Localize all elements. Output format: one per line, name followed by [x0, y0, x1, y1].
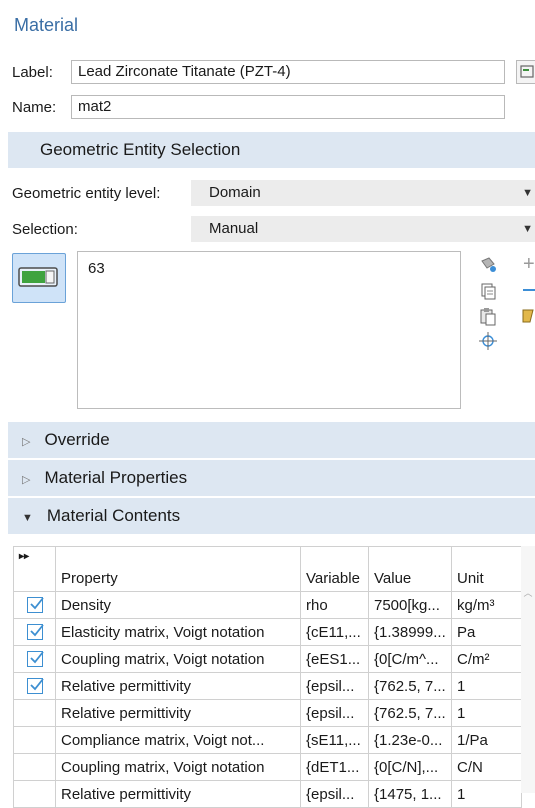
- section-title: Material Properties: [44, 468, 188, 487]
- cell-value[interactable]: {1.23e-0...: [368, 726, 452, 754]
- cell-value[interactable]: {0[C/m^...: [368, 645, 452, 673]
- cell-property[interactable]: Relative permittivity: [55, 780, 301, 808]
- cell-unit[interactable]: C/m²: [451, 645, 522, 673]
- table-header-row: ▸▸ Property Variable Value Unit: [13, 546, 522, 592]
- name-caption: Name:: [12, 99, 57, 116]
- section-material-properties[interactable]: ▷ Material Properties: [8, 460, 535, 496]
- cell-variable[interactable]: {epsil...: [300, 780, 369, 808]
- add-icon[interactable]: +: [523, 254, 535, 274]
- row-checkbox-cell[interactable]: [13, 645, 56, 673]
- table-row[interactable]: Relative permittivity {epsil... {1475, 1..…: [13, 780, 522, 808]
- checkbox-checked-icon[interactable]: [26, 678, 44, 694]
- section-override[interactable]: ▷ Override: [8, 422, 535, 458]
- cell-value[interactable]: {1475, 1...: [368, 780, 452, 808]
- column-header-property[interactable]: Property: [55, 546, 301, 592]
- cell-unit[interactable]: 1/Pa: [451, 726, 522, 754]
- selection-caption: Selection:: [12, 221, 78, 238]
- column-header-variable[interactable]: Variable: [300, 546, 369, 592]
- table-row[interactable]: Coupling matrix, Voigt notation {dET1...{…: [13, 753, 522, 781]
- copy-icon[interactable]: [478, 281, 498, 301]
- row-checkbox-cell[interactable]: [13, 699, 56, 727]
- cell-property[interactable]: Density: [55, 591, 301, 619]
- cell-property[interactable]: Coupling matrix, Voigt notation: [55, 645, 301, 673]
- chevron-down-icon: ▼: [22, 512, 33, 524]
- cell-unit[interactable]: Pa: [451, 618, 522, 646]
- table-row[interactable]: Density rho 7500[kg... kg/m³: [13, 591, 522, 619]
- activate-selection-button[interactable]: [12, 253, 66, 303]
- remove-icon[interactable]: [523, 289, 535, 291]
- checkbox-checked-icon[interactable]: [26, 624, 44, 640]
- cell-variable[interactable]: {eES1...: [300, 645, 369, 673]
- checkbox-checked-icon[interactable]: [26, 651, 44, 667]
- cell-property[interactable]: Relative permittivity: [55, 672, 301, 700]
- section-title: Override: [44, 430, 110, 449]
- table-row[interactable]: Compliance matrix, Voigt not... {sE11,...…: [13, 726, 522, 754]
- cell-value[interactable]: {0[C/N],...: [368, 753, 452, 781]
- cell-variable[interactable]: {dET1...: [300, 753, 369, 781]
- table-row[interactable]: Relative permittivity {epsil... {762.5, 7.…: [13, 699, 522, 727]
- chevron-right-icon: ▷: [22, 436, 31, 448]
- geo-level-select[interactable]: Domain ▼: [191, 180, 535, 206]
- column-header-value[interactable]: Value: [368, 546, 452, 592]
- cell-value[interactable]: {762.5, 7...: [368, 672, 452, 700]
- page-title: Material: [14, 15, 79, 35]
- cell-property[interactable]: Compliance matrix, Voigt not...: [55, 726, 301, 754]
- row-checkbox-cell[interactable]: [13, 780, 56, 808]
- geo-level-value: Domain: [209, 184, 261, 201]
- section-title: Geometric Entity Selection: [40, 140, 241, 159]
- cell-value[interactable]: {762.5, 7...: [368, 699, 452, 727]
- cell-unit[interactable]: C/N: [451, 753, 522, 781]
- row-checkbox-cell[interactable]: [13, 591, 56, 619]
- chevron-right-icon: ▷: [22, 474, 31, 486]
- column-header-unit[interactable]: Unit: [451, 546, 522, 592]
- section-title: Material Contents: [46, 506, 181, 525]
- row-checkbox-cell[interactable]: [13, 672, 56, 700]
- row-checkbox-cell[interactable]: [13, 753, 56, 781]
- cell-variable[interactable]: {cE11,...: [300, 618, 369, 646]
- selection-value: Manual: [209, 220, 259, 237]
- cell-value[interactable]: {1.38999...: [368, 618, 452, 646]
- cell-variable[interactable]: rho: [300, 591, 369, 619]
- scroll-up-icon[interactable]: ︿: [521, 586, 535, 599]
- row-checkbox-cell[interactable]: [13, 618, 56, 646]
- section-material-contents[interactable]: ▼ Material Contents: [8, 498, 535, 534]
- table-row[interactable]: Coupling matrix, Voigt notation {eES1...{…: [13, 645, 522, 673]
- cell-variable[interactable]: {sE11,...: [300, 726, 369, 754]
- chevron-down-icon: ▼: [522, 187, 533, 199]
- cell-unit[interactable]: 1: [451, 699, 522, 727]
- paint-bucket-icon[interactable]: [478, 255, 498, 275]
- label-caption: Label:: [12, 64, 53, 81]
- geo-level-caption: Geometric entity level:: [12, 185, 161, 202]
- cell-unit[interactable]: 1: [451, 780, 522, 808]
- zoom-selection-icon[interactable]: [478, 331, 498, 351]
- clear-icon[interactable]: [521, 306, 535, 324]
- cell-unit[interactable]: kg/m³: [451, 591, 522, 619]
- chevron-down-icon: ▼: [522, 223, 533, 235]
- label-field[interactable]: Lead Zirconate Titanate (PZT-4): [71, 60, 505, 84]
- cell-variable[interactable]: {epsil...: [300, 699, 369, 727]
- material-contents-table: ▸▸ Property Variable Value Unit Density r…: [13, 546, 522, 808]
- label-tag-icon[interactable]: [516, 60, 535, 84]
- expand-columns-icon[interactable]: ▸▸: [13, 546, 56, 592]
- cell-value[interactable]: 7500[kg...: [368, 591, 452, 619]
- name-field[interactable]: mat2: [71, 95, 505, 119]
- cell-property[interactable]: Elasticity matrix, Voigt notation: [55, 618, 301, 646]
- selection-list[interactable]: 63: [77, 251, 461, 409]
- table-scrollbar[interactable]: ︿: [521, 546, 535, 793]
- cell-property[interactable]: Coupling matrix, Voigt notation: [55, 753, 301, 781]
- row-checkbox-cell[interactable]: [13, 726, 56, 754]
- paste-icon[interactable]: [478, 306, 498, 326]
- checkbox-checked-icon[interactable]: [26, 597, 44, 613]
- selection-select[interactable]: Manual ▼: [191, 216, 535, 242]
- section-geometric-entity-selection[interactable]: Geometric Entity Selection: [8, 132, 535, 168]
- selection-list-item[interactable]: 63: [88, 260, 450, 277]
- table-row[interactable]: Relative permittivity {epsil... {762.5, 7.…: [13, 672, 522, 700]
- toggle-selection-icon: [18, 267, 58, 287]
- cell-variable[interactable]: {epsil...: [300, 672, 369, 700]
- cell-property[interactable]: Relative permittivity: [55, 699, 301, 727]
- cell-unit[interactable]: 1: [451, 672, 522, 700]
- table-row[interactable]: Elasticity matrix, Voigt notation {cE11,.…: [13, 618, 522, 646]
